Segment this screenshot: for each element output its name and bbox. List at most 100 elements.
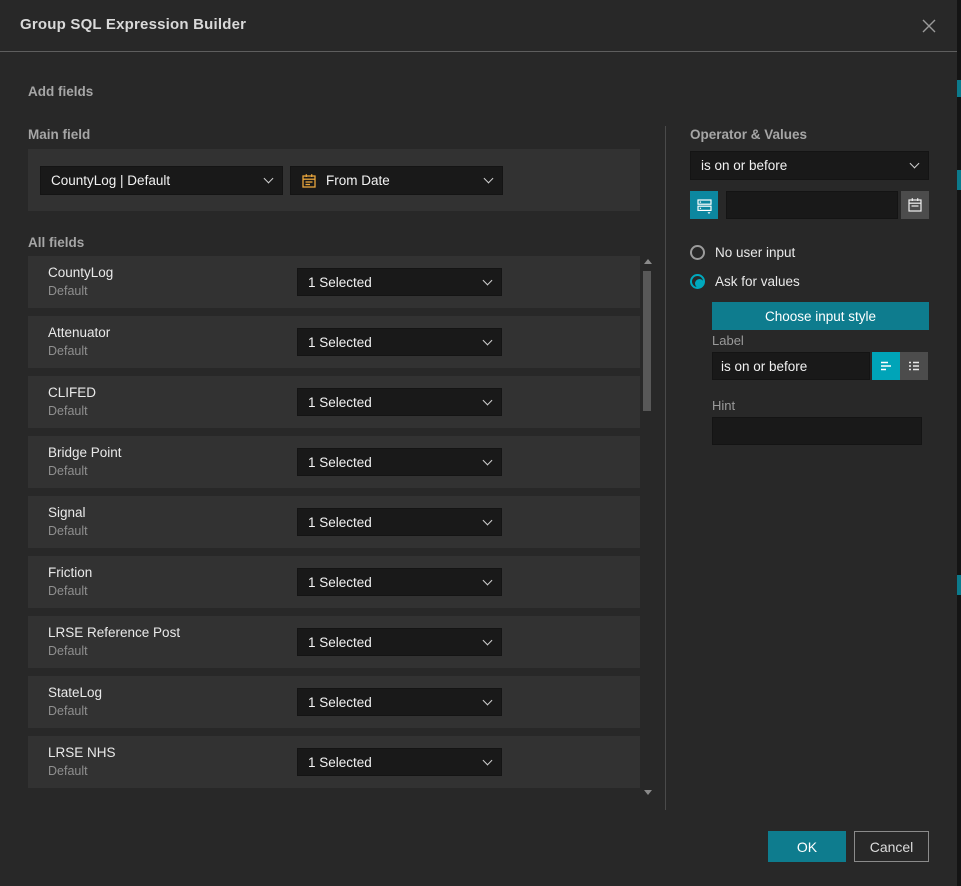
fields-list-scrollbar[interactable]: [642, 257, 653, 795]
chevron-down-icon: [483, 635, 493, 645]
field-row: Bridge Point Default 1 Selected: [28, 436, 640, 488]
selection-dropdown-value: 1 Selected: [308, 395, 476, 410]
chevron-down-icon: [483, 575, 493, 585]
field-name: CLIFED: [48, 385, 96, 400]
field-name: LRSE NHS: [48, 745, 116, 760]
group-sql-expression-builder-dialog: Group SQL Expression Builder Add fields …: [0, 0, 957, 886]
field-name: CountyLog: [48, 265, 113, 280]
chevron-down-icon: [264, 174, 274, 184]
selection-dropdown-value: 1 Selected: [308, 455, 476, 470]
field-selection-dropdown[interactable]: 1 Selected: [297, 328, 502, 356]
field-name: StateLog: [48, 685, 102, 700]
main-field-field-dropdown[interactable]: From Date: [290, 166, 503, 195]
selection-dropdown-value: 1 Selected: [308, 695, 476, 710]
layer-dropdown-value: CountyLog | Default: [51, 173, 257, 188]
field-row: LRSE Reference Post Default 1 Selected: [28, 616, 640, 668]
radio-label: No user input: [715, 245, 795, 260]
field-selection-dropdown[interactable]: 1 Selected: [297, 748, 502, 776]
field-name: Bridge Point: [48, 445, 122, 460]
radio-option[interactable]: Ask for values: [690, 274, 800, 289]
selection-dropdown-value: 1 Selected: [308, 335, 476, 350]
scroll-up-icon[interactable]: [644, 259, 652, 264]
radio-icon: [690, 245, 705, 260]
main-field-layer-dropdown[interactable]: CountyLog | Default: [40, 166, 283, 195]
dialog-title: Group SQL Expression Builder: [20, 16, 246, 33]
field-selection-dropdown[interactable]: 1 Selected: [297, 568, 502, 596]
ok-button[interactable]: OK: [768, 831, 846, 862]
background-accent-fragment: [957, 575, 961, 595]
all-fields-heading: All fields: [28, 235, 84, 250]
field-name: Attenuator: [48, 325, 110, 340]
field-row: Attenuator Default 1 Selected: [28, 316, 640, 368]
hint-input[interactable]: [712, 417, 922, 445]
selection-dropdown-value: 1 Selected: [308, 635, 476, 650]
label-input-text: is on or before: [721, 359, 807, 374]
field-sublabel: Default: [48, 284, 88, 298]
field-selection-dropdown[interactable]: 1 Selected: [297, 268, 502, 296]
chevron-down-icon: [483, 515, 493, 525]
value-source-icon[interactable]: [690, 191, 718, 219]
selection-dropdown-value: 1 Selected: [308, 755, 476, 770]
chevron-down-icon: [910, 159, 920, 169]
panel-divider: [665, 126, 666, 810]
selection-dropdown-value: 1 Selected: [308, 275, 476, 290]
field-selection-dropdown[interactable]: 1 Selected: [297, 688, 502, 716]
choose-input-style-button[interactable]: Choose input style: [712, 302, 929, 330]
add-fields-heading: Add fields: [28, 84, 93, 99]
selection-dropdown-value: 1 Selected: [308, 575, 476, 590]
field-sublabel: Default: [48, 464, 88, 478]
align-left-icon[interactable]: [872, 352, 900, 380]
selection-dropdown-value: 1 Selected: [308, 515, 476, 530]
field-row: Signal Default 1 Selected: [28, 496, 640, 548]
field-row: CLIFED Default 1 Selected: [28, 376, 640, 428]
field-sublabel: Default: [48, 344, 88, 358]
field-selection-dropdown[interactable]: 1 Selected: [297, 388, 502, 416]
label-field-label: Label: [712, 333, 744, 348]
field-selection-dropdown[interactable]: 1 Selected: [297, 628, 502, 656]
field-sublabel: Default: [48, 704, 88, 718]
scroll-down-icon[interactable]: [644, 790, 652, 795]
all-fields-list: CountyLog Default 1 Selected Attenuator …: [28, 256, 640, 796]
close-icon[interactable]: [917, 14, 941, 38]
operator-dropdown[interactable]: is on or before: [690, 151, 929, 180]
field-sublabel: Default: [48, 764, 88, 778]
dialog-titlebar: Group SQL Expression Builder: [0, 0, 957, 52]
chevron-down-icon: [483, 335, 493, 345]
background-accent-fragment: [957, 80, 961, 97]
list-icon[interactable]: [900, 352, 928, 380]
field-dropdown-value: From Date: [326, 173, 477, 188]
radio-icon: [690, 274, 705, 289]
cancel-button[interactable]: Cancel: [854, 831, 929, 862]
chevron-down-icon: [483, 275, 493, 285]
radio-label: Ask for values: [715, 274, 800, 289]
field-row: Friction Default 1 Selected: [28, 556, 640, 608]
background-app-edge: [957, 0, 961, 886]
date-picker-calendar-icon[interactable]: [901, 191, 929, 219]
field-name: Friction: [48, 565, 92, 580]
chevron-down-icon: [484, 174, 494, 184]
background-accent-fragment: [957, 170, 961, 190]
operator-values-heading: Operator & Values: [690, 127, 807, 142]
main-field-panel: CountyLog | Default From Date: [28, 149, 640, 211]
field-sublabel: Default: [48, 524, 88, 538]
field-name: LRSE Reference Post: [48, 625, 180, 640]
scrollbar-thumb[interactable]: [643, 271, 651, 411]
field-sublabel: Default: [48, 644, 88, 658]
field-selection-dropdown[interactable]: 1 Selected: [297, 448, 502, 476]
field-row: StateLog Default 1 Selected: [28, 676, 640, 728]
label-input[interactable]: is on or before: [712, 352, 870, 380]
field-selection-dropdown[interactable]: 1 Selected: [297, 508, 502, 536]
operator-dropdown-value: is on or before: [701, 158, 903, 173]
field-row: CountyLog Default 1 Selected: [28, 256, 640, 308]
input-style-toggle-group: [872, 352, 928, 380]
chevron-down-icon: [483, 395, 493, 405]
chevron-down-icon: [483, 455, 493, 465]
field-name: Signal: [48, 505, 86, 520]
radio-option[interactable]: No user input: [690, 245, 795, 260]
chevron-down-icon: [483, 695, 493, 705]
value-date-input[interactable]: [726, 191, 898, 219]
field-sublabel: Default: [48, 404, 88, 418]
hint-field-label: Hint: [712, 398, 735, 413]
calendar-icon: [301, 173, 317, 189]
field-row: LRSE NHS Default 1 Selected: [28, 736, 640, 788]
